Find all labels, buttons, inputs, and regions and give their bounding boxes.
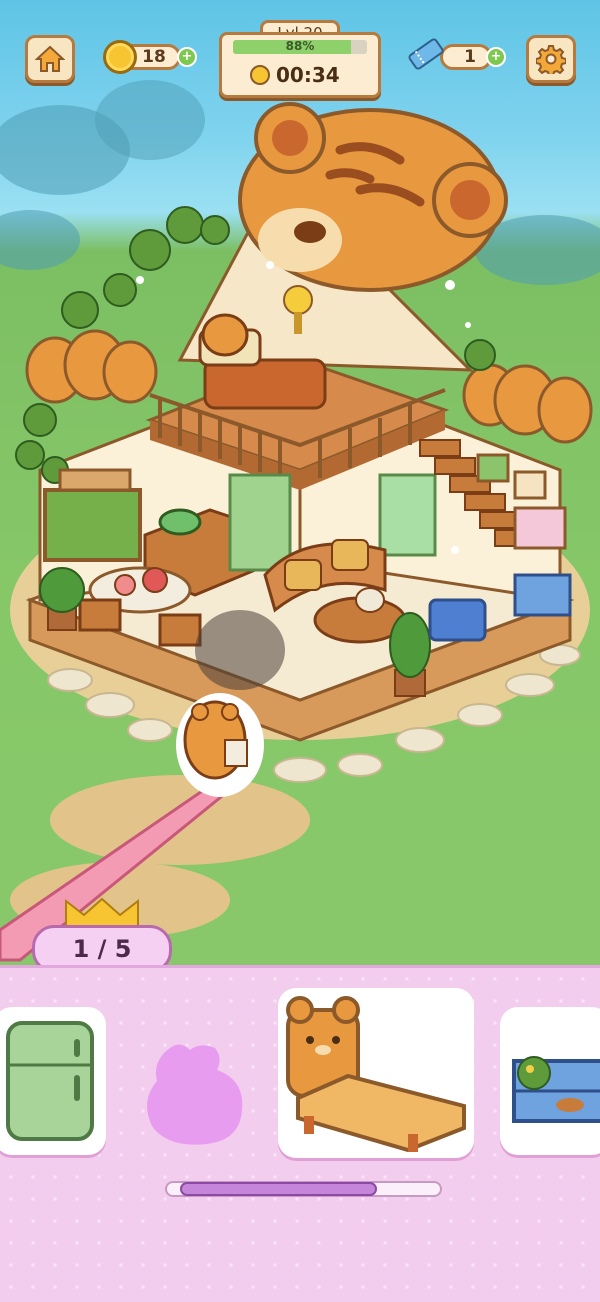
game-scene[interactable]: 18 + Lvl 20 88% 00:34 1 + (0, 0, 600, 965)
planter-shelf-icon (512, 1056, 600, 1123)
house-illustration (0, 80, 600, 962)
home-icon (35, 45, 65, 72)
level-progress-text: 88% (285, 39, 315, 53)
clock-icon (250, 65, 270, 85)
item-silhouette (147, 1044, 243, 1145)
fridge-icon (6, 1021, 94, 1141)
tray-item-tiger-bed[interactable] (278, 988, 474, 1158)
timer-value: 00:34 (276, 63, 340, 87)
tray-item-blue-planter[interactable] (500, 1007, 600, 1155)
add-coins-button[interactable]: + (177, 47, 197, 67)
ticket-icon (408, 38, 444, 70)
round-timer: 00:34 (250, 62, 370, 88)
tray-item-fridge[interactable] (0, 1007, 106, 1155)
tiger-bed-icon (286, 996, 466, 1153)
add-tickets-button[interactable]: + (486, 47, 506, 67)
settings-button[interactable] (526, 35, 576, 83)
home-button[interactable] (25, 35, 75, 83)
tray-scrollbar-thumb[interactable] (179, 1182, 377, 1196)
coin-count: 18 (142, 47, 166, 67)
ticket-count: 1 (464, 47, 476, 67)
placement-slot-shadow (195, 610, 285, 690)
tray-item-empty-slot[interactable] (140, 1040, 248, 1150)
ticket-counter: 1 (440, 44, 492, 70)
gear-icon (536, 45, 566, 74)
coin-icon (103, 40, 137, 74)
